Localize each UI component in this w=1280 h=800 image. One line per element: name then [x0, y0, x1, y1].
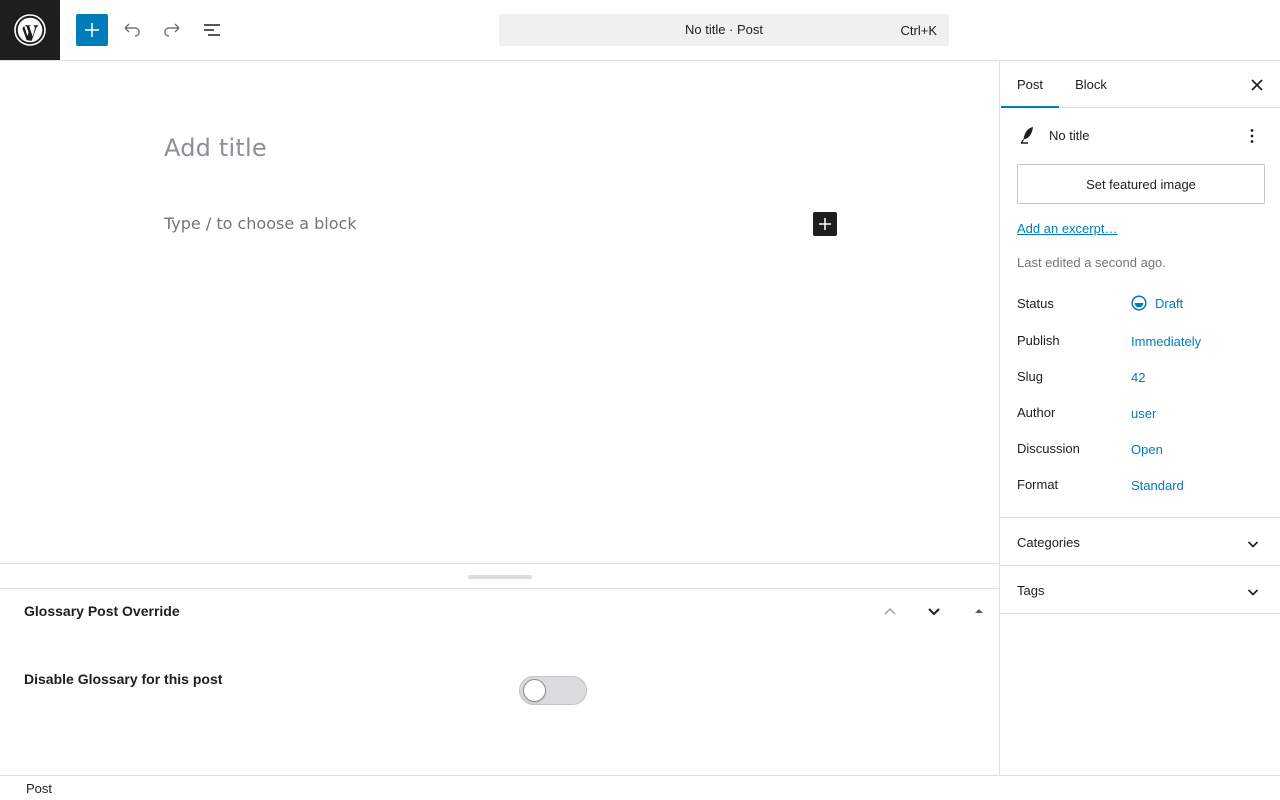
post-actions-button[interactable]	[1240, 124, 1264, 148]
set-featured-image-button[interactable]: Set featured image	[1017, 164, 1265, 204]
metabox-title: Glossary Post Override	[24, 603, 180, 619]
plus-icon	[819, 218, 831, 230]
toggle-panel-button[interactable]	[967, 599, 991, 623]
move-down-button[interactable]	[922, 599, 946, 623]
command-palette-bar[interactable]: No title · Post Ctrl+K	[499, 14, 949, 46]
post-card-title: No title	[1049, 128, 1090, 143]
tab-post[interactable]: Post	[1001, 61, 1059, 108]
format-value-button[interactable]: Standard	[1131, 478, 1184, 493]
editor-header: No title · Post Ctrl+K	[0, 0, 1280, 61]
metabox-resize-area	[0, 563, 999, 589]
chevron-up-icon	[884, 607, 896, 615]
toggle-knob	[523, 679, 546, 702]
document-title: No title · Post	[684, 22, 764, 37]
categories-chevron	[1241, 532, 1265, 556]
discussion-value-button[interactable]: Open	[1131, 442, 1163, 457]
author-label: Author	[1017, 405, 1056, 420]
tags-panel-title: Tags	[1017, 583, 1045, 598]
redo-button[interactable]	[156, 14, 188, 46]
breadcrumb[interactable]: Post	[26, 781, 52, 796]
panel-divider	[1000, 613, 1280, 614]
status-value: Draft	[1155, 295, 1184, 311]
glossary-metabox: Glossary Post Override Disable Glossary …	[0, 589, 999, 775]
slug-row: Slug 42	[1017, 369, 1267, 389]
redo-icon	[164, 23, 180, 37]
format-row: Format Standard	[1017, 477, 1267, 497]
more-vertical-icon	[1250, 129, 1254, 143]
editor-footer: Post	[0, 775, 1280, 800]
disable-glossary-toggle[interactable]	[519, 676, 587, 705]
document-overview-button[interactable]	[196, 14, 228, 46]
author-row: Author user	[1017, 405, 1267, 425]
tags-panel-toggle[interactable]: Tags	[1000, 566, 1280, 614]
publish-row: Publish Immediately	[1017, 333, 1267, 353]
status-row: Status Draft	[1017, 295, 1267, 316]
chevron-down-icon	[1247, 589, 1259, 596]
author-value-button[interactable]: user	[1131, 406, 1156, 421]
slug-value-button[interactable]: 42	[1131, 370, 1145, 385]
categories-panel-title: Categories	[1017, 535, 1080, 550]
caret-up-icon	[975, 609, 983, 613]
draft-status-icon	[1131, 295, 1147, 311]
feather-pen-icon	[1020, 127, 1033, 144]
command-shortcut: Ctrl+K	[900, 23, 937, 38]
block-inserter-button[interactable]	[813, 212, 837, 236]
add-excerpt-link[interactable]: Add an excerpt…	[1017, 221, 1117, 236]
close-sidebar-button[interactable]	[1245, 73, 1269, 97]
publish-label: Publish	[1017, 333, 1060, 348]
status-label: Status	[1017, 296, 1054, 311]
plus-icon	[85, 23, 99, 37]
tags-chevron	[1241, 580, 1265, 604]
default-block-appender[interactable]: Type / to choose a block	[164, 214, 357, 233]
disable-glossary-label: Disable Glossary for this post	[24, 671, 223, 687]
chevron-down-icon	[928, 608, 940, 616]
slug-label: Slug	[1017, 369, 1044, 384]
post-title-input[interactable]: Add title	[164, 134, 267, 162]
format-label: Format	[1017, 477, 1059, 492]
last-edited-text: Last edited a second ago.	[1017, 255, 1166, 270]
publish-value-button[interactable]: Immediately	[1131, 334, 1201, 349]
chevron-down-icon	[1247, 541, 1259, 548]
undo-icon	[124, 23, 140, 37]
discussion-row: Discussion Open	[1017, 441, 1267, 461]
undo-button[interactable]	[116, 14, 148, 46]
settings-sidebar: Post Block No title Set featured image A…	[999, 61, 1280, 775]
metabox-resize-handle[interactable]	[468, 575, 532, 579]
move-up-button[interactable]	[878, 599, 902, 623]
list-view-icon	[204, 24, 220, 36]
wordpress-logo-icon	[14, 14, 46, 46]
wordpress-logo-button[interactable]	[0, 0, 60, 60]
close-icon	[1251, 79, 1263, 91]
status-value-button[interactable]: Draft	[1131, 295, 1183, 311]
tab-block[interactable]: Block	[1060, 61, 1122, 108]
block-inserter-toggle[interactable]	[76, 14, 108, 46]
sidebar-tabs: Post Block	[1000, 61, 1280, 108]
editor-canvas: Add title Type / to choose a block	[0, 61, 999, 563]
discussion-label: Discussion	[1017, 441, 1080, 456]
categories-panel-toggle[interactable]: Categories	[1000, 518, 1280, 566]
